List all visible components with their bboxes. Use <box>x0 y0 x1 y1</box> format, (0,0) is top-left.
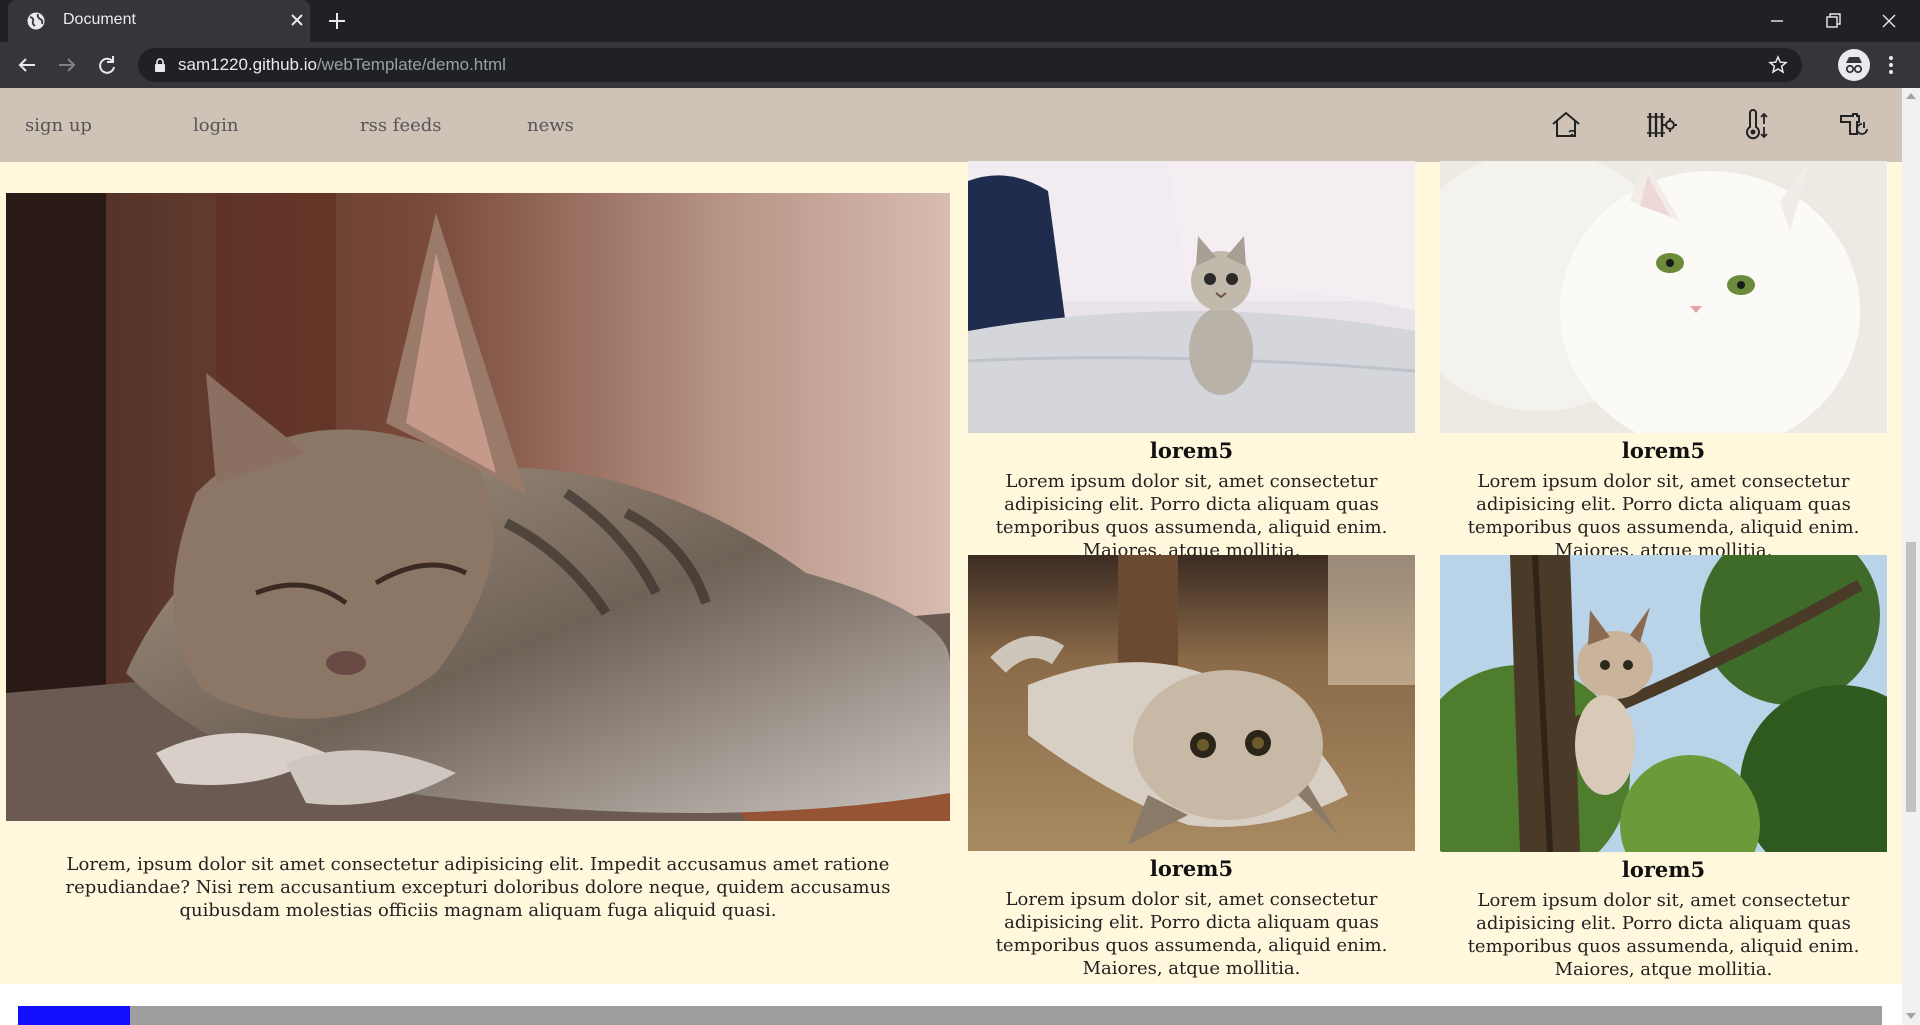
card-1: lorem5 Lorem ipsum dolor sit, amet conse… <box>968 161 1415 562</box>
card-4: lorem5 Lorem ipsum dolor sit, amet conse… <box>1440 555 1887 981</box>
url-host: sam1220.github.io <box>178 55 317 74</box>
site-navbar: sign up login rss feeds news <box>0 88 1902 162</box>
tab-title: Document <box>63 11 136 28</box>
browser-toolbar: sam1220.github.io/webTemplate/demo.html <box>0 42 1920 88</box>
page-progress-fill <box>18 1006 130 1025</box>
card-3-image-cat-upside-down <box>968 555 1415 851</box>
url-path: /webTemplate/demo.html <box>316 55 506 74</box>
nav-news[interactable]: news <box>527 115 574 136</box>
smart-home-icon[interactable] <box>1549 108 1583 142</box>
close-window-icon[interactable] <box>1874 6 1904 36</box>
reload-icon[interactable] <box>95 53 119 77</box>
radiator-settings-icon[interactable] <box>1644 108 1678 142</box>
faucet-power-icon[interactable] <box>1836 108 1870 142</box>
page-content: sign up login rss feeds news Lorem, ipsu… <box>0 88 1902 984</box>
browser-tab[interactable]: Document <box>8 0 310 42</box>
lock-icon[interactable] <box>152 57 168 73</box>
browser-tab-strip: Document <box>0 0 1920 42</box>
card-2-title: lorem5 <box>1621 438 1706 463</box>
globe-icon <box>27 12 45 30</box>
back-icon[interactable] <box>15 53 39 77</box>
vertical-scrollbar[interactable] <box>1902 88 1920 1025</box>
scroll-up-arrow-icon[interactable] <box>1906 93 1916 99</box>
card-4-text: Lorem ipsum dolor sit, amet consectetur … <box>1467 890 1860 980</box>
scroll-down-arrow-icon[interactable] <box>1906 1013 1916 1019</box>
card-4-title: lorem5 <box>1621 857 1706 882</box>
card-1-text: Lorem ipsum dolor sit, amet consectetur … <box>995 471 1388 561</box>
scrollbar-thumb[interactable] <box>1906 542 1916 812</box>
nav-rss-feeds[interactable]: rss feeds <box>360 115 442 136</box>
page-progress-bar <box>18 1006 1882 1025</box>
page-viewport: sign up login rss feeds news Lorem, ipsu… <box>0 88 1902 1025</box>
nav-sign-up[interactable]: sign up <box>25 115 92 136</box>
card-2-text: Lorem ipsum dolor sit, amet consectetur … <box>1467 471 1860 561</box>
menu-kebab-icon[interactable] <box>1886 53 1896 77</box>
address-bar[interactable]: sam1220.github.io/webTemplate/demo.html <box>138 48 1802 82</box>
incognito-icon[interactable] <box>1838 49 1870 81</box>
feature-text: Lorem, ipsum dolor sit amet consectetur … <box>65 854 891 921</box>
card-3-title: lorem5 <box>1149 856 1234 881</box>
card-3: lorem5 Lorem ipsum dolor sit, amet conse… <box>968 555 1415 980</box>
card-3-text: Lorem ipsum dolor sit, amet consectetur … <box>995 889 1388 979</box>
card-1-title: lorem5 <box>1149 438 1234 463</box>
new-tab-icon[interactable] <box>325 9 349 33</box>
card-2: lorem5 Lorem ipsum dolor sit, amet conse… <box>1440 161 1887 562</box>
restore-icon[interactable] <box>1818 6 1848 36</box>
feature-image-sleeping-kitten <box>6 193 950 821</box>
bookmark-star-icon[interactable] <box>1768 55 1788 75</box>
close-tab-icon[interactable] <box>286 9 308 31</box>
minimize-icon[interactable] <box>1762 6 1792 36</box>
card-2-image-white-cat <box>1440 161 1887 433</box>
nav-login[interactable]: login <box>193 115 238 136</box>
forward-icon[interactable] <box>55 53 79 77</box>
card-1-image-kitten-on-bed <box>968 161 1415 433</box>
card-4-image-kitten-in-tree <box>1440 555 1887 852</box>
url-text: sam1220.github.io/webTemplate/demo.html <box>178 55 506 75</box>
thermometer-icon[interactable] <box>1740 108 1774 142</box>
